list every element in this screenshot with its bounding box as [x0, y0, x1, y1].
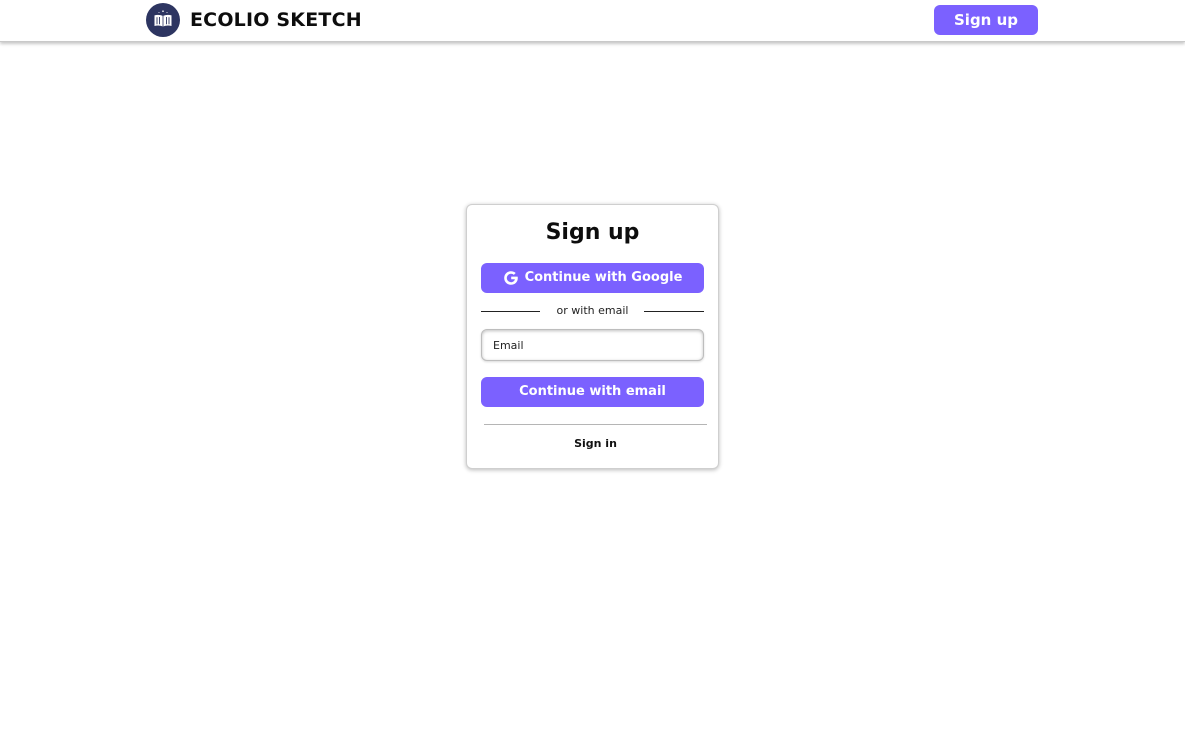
top-navbar: ECOLIO SKETCH Sign up	[0, 0, 1185, 42]
google-signup-button[interactable]: Continue with Google	[481, 263, 704, 293]
header-signup-button[interactable]: Sign up	[934, 5, 1038, 35]
open-book-icon	[146, 3, 180, 37]
card-title: Sign up	[545, 220, 640, 245]
continue-with-email-button[interactable]: Continue with email	[481, 377, 704, 407]
email-divider: or with email	[481, 303, 704, 319]
google-button-label: Continue with Google	[524, 270, 683, 285]
signup-card: Sign up Continue with Google or with ema…	[466, 204, 719, 469]
card-separator	[484, 424, 707, 425]
email-input[interactable]	[481, 329, 704, 361]
brand-name: ECOLIO SKETCH	[190, 9, 362, 31]
brand[interactable]: ECOLIO SKETCH	[146, 3, 362, 37]
signin-link[interactable]: Sign in	[467, 436, 724, 452]
google-icon	[503, 270, 519, 286]
divider-line-right	[644, 311, 704, 312]
